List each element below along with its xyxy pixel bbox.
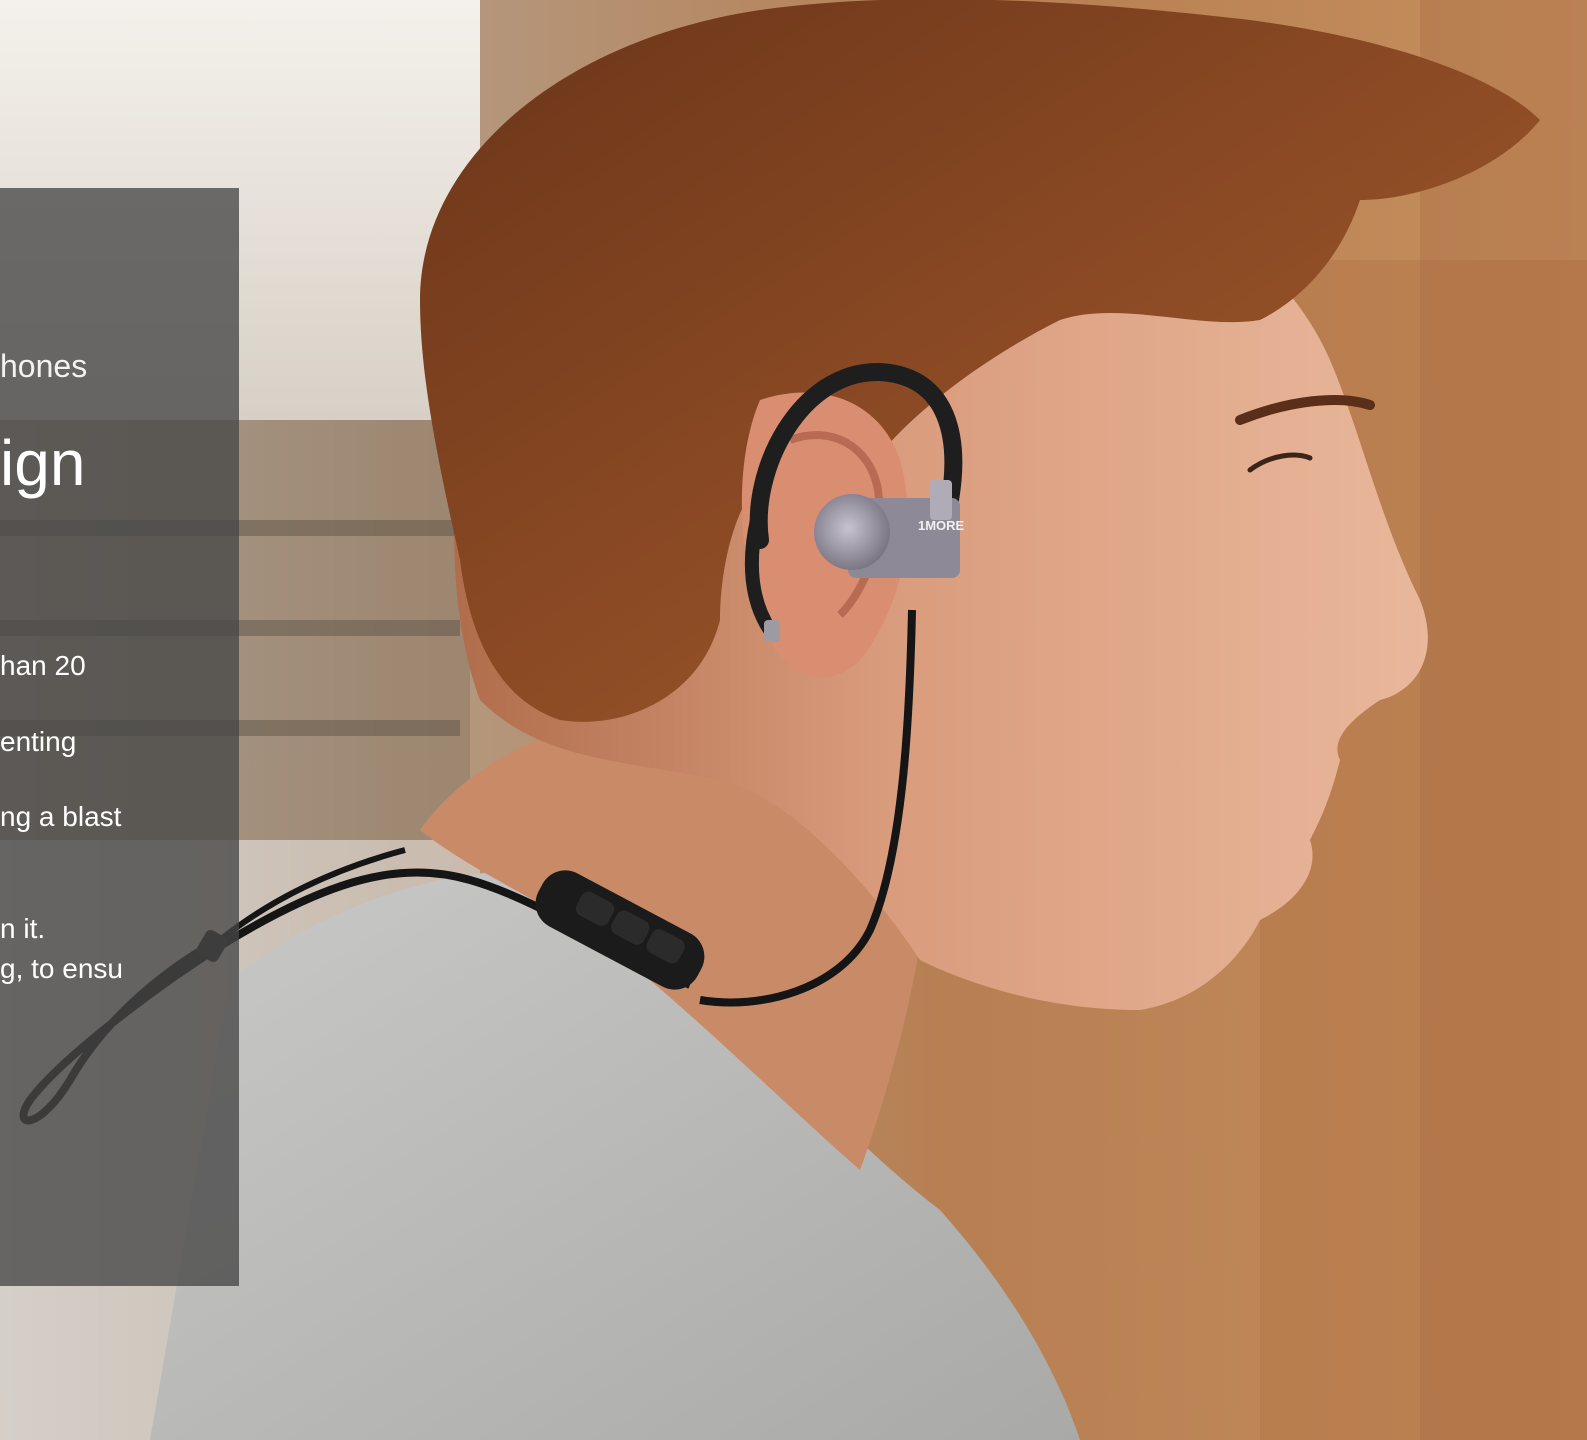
body-text-line: ng a blast bbox=[0, 801, 122, 832]
body-text-line: enting bbox=[0, 726, 77, 757]
product-category: hones bbox=[0, 348, 88, 384]
body-text-line: g, to ensu bbox=[0, 953, 123, 984]
hero-banner: 1MORE hones ign han 20 enting ng a blast… bbox=[0, 0, 1587, 1440]
panel-headline: ign bbox=[0, 427, 86, 499]
body-text-line: han 20 bbox=[0, 650, 86, 681]
body-text-line: n it. bbox=[0, 913, 46, 944]
svg-text:1MORE: 1MORE bbox=[918, 518, 965, 533]
product-info-panel: hones ign han 20 enting ng a blast n it.… bbox=[0, 188, 239, 1286]
